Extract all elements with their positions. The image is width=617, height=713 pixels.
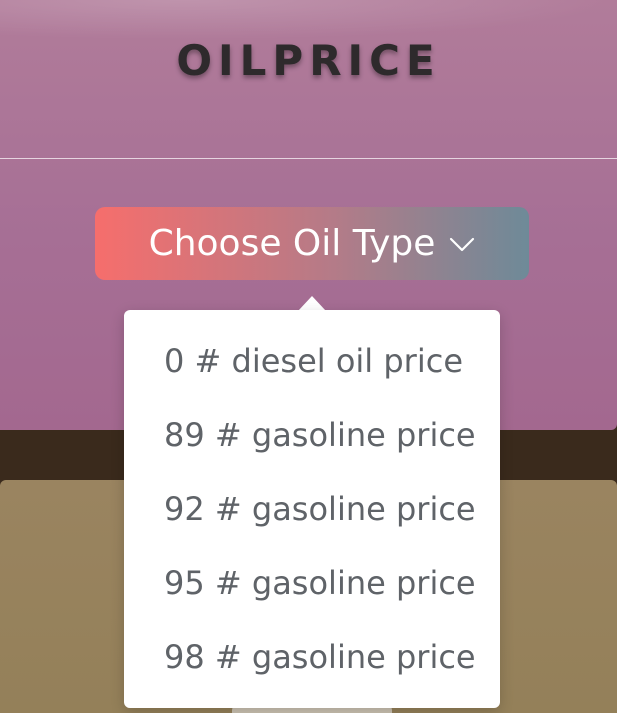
dropdown-pointer [298, 296, 326, 311]
oil-type-dropdown-menu: 0 # diesel oil price 89 # gasoline price… [124, 310, 500, 708]
page: OILPRICE Choose Oil Type 0 # diesel oil … [0, 0, 617, 713]
header-divider [0, 158, 617, 159]
menu-item-diesel-0[interactable]: 0 # diesel oil price [124, 324, 500, 398]
chevron-down-icon [449, 231, 475, 257]
menu-item-gasoline-92[interactable]: 92 # gasoline price [124, 472, 500, 546]
menu-item-gasoline-95[interactable]: 95 # gasoline price [124, 546, 500, 620]
choose-oil-type-button[interactable]: Choose Oil Type [95, 207, 529, 280]
choose-oil-type-label: Choose Oil Type [148, 223, 436, 264]
brand-title: OILPRICE [176, 36, 441, 85]
menu-item-gasoline-98[interactable]: 98 # gasoline price [124, 620, 500, 694]
menu-item-gasoline-89[interactable]: 89 # gasoline price [124, 398, 500, 472]
